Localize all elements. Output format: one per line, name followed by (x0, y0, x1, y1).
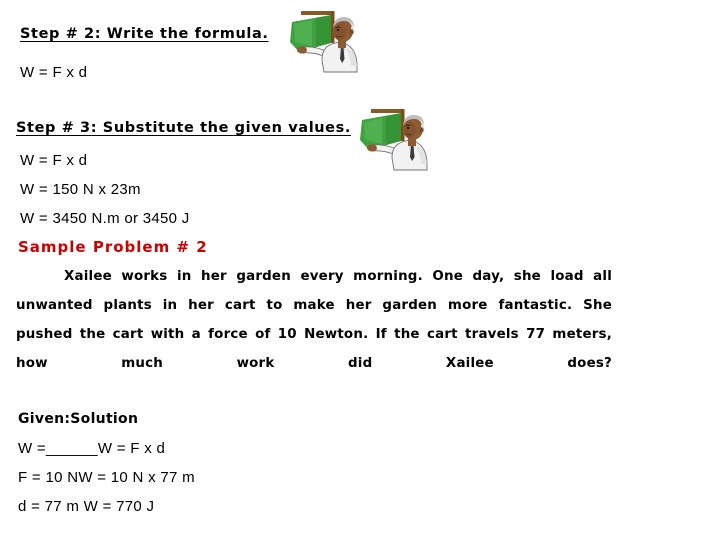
slide-canvas: Step # 2: Write the formula. W = F x d S… (0, 0, 720, 540)
substitution-line-2: W = 150 N x 23m (20, 181, 141, 198)
sample-problem-title: Sample Problem # 2 (18, 238, 208, 256)
step-3-heading: Step # 3: Substitute the given values. (16, 120, 351, 136)
step-2-heading: Step # 2: Write the formula. (20, 26, 269, 42)
substitution-line-3: W = 3450 N.m or 3450 J (20, 210, 190, 227)
given-solution-heading: Given:Solution (18, 411, 139, 427)
teacher-pointing-at-green-board-icon-2 (356, 100, 432, 172)
substitution-line-1: W = F x d (20, 152, 88, 169)
solution-line-1: W =______W = F x d (18, 440, 166, 457)
sample-problem-body: Xailee works in her garden every morning… (16, 269, 612, 371)
step-2-formula: W = F x d (20, 64, 88, 81)
solution-line-2: F = 10 NW = 10 N x 77 m (18, 469, 195, 486)
solution-line-3: d = 77 m W = 770 J (18, 498, 155, 515)
teacher-pointing-at-green-board-icon-1 (286, 2, 362, 74)
